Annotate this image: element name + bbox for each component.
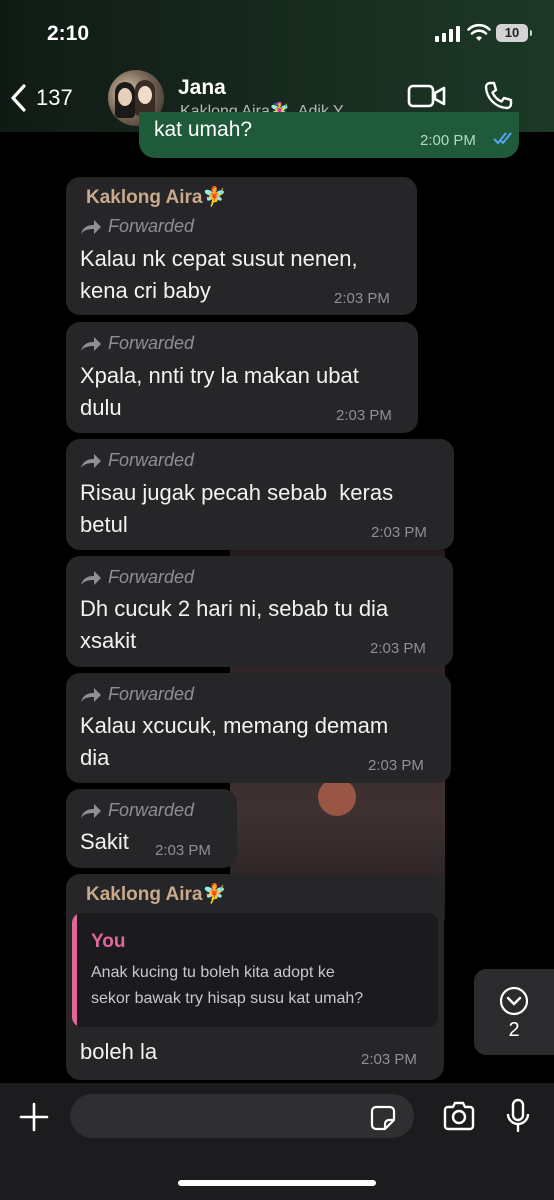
- reply-text: Anak kucing tu boleh kita adopt ke sekor …: [91, 964, 364, 1007]
- reply-accent-bar: [72, 913, 77, 1027]
- message-time: 2:03 PM: [155, 842, 211, 859]
- forward-arrow-icon: [81, 803, 101, 818]
- scroll-to-bottom-button[interactable]: 2: [474, 969, 554, 1055]
- unread-count: 137: [36, 85, 73, 110]
- wifi-icon: [467, 23, 491, 41]
- unread-badge: 2: [508, 1019, 520, 1041]
- message-text: Dh cucuk 2 hari ni, sebab tu dia xsakit: [80, 596, 389, 653]
- message-text: Sakit: [80, 829, 129, 854]
- forwarded-label: Forwarded: [80, 800, 194, 821]
- home-indicator: [178, 1180, 376, 1186]
- sticker-icon[interactable]: [370, 1105, 396, 1131]
- message-time: 2:03 PM: [368, 757, 424, 774]
- chevron-down-circle-icon: [499, 986, 529, 1016]
- microphone-icon[interactable]: [505, 1098, 531, 1134]
- forward-arrow-icon: [81, 687, 101, 702]
- reply-author: You: [91, 931, 126, 952]
- message-input[interactable]: [70, 1094, 414, 1138]
- message-time: 2:03 PM: [371, 524, 427, 541]
- forward-arrow-icon: [81, 570, 101, 585]
- forward-arrow-icon: [81, 219, 101, 234]
- chevron-left-icon: [11, 84, 26, 112]
- phone-call-icon[interactable]: [482, 80, 514, 112]
- forwarded-label: Forwarded: [80, 216, 194, 237]
- forwarded-label: Forwarded: [80, 684, 194, 705]
- message-composer: [0, 1083, 554, 1200]
- plus-icon[interactable]: [18, 1101, 50, 1133]
- message-sender: Kaklong Aira🧚: [86, 187, 227, 208]
- message-text: Risau jugak pecah sebab keras betul: [80, 480, 394, 537]
- forward-arrow-icon: [81, 336, 101, 351]
- forwarded-label: Forwarded: [80, 567, 194, 588]
- back-button[interactable]: 137: [10, 78, 73, 118]
- video-call-icon[interactable]: [407, 82, 447, 110]
- wallpaper-moon: [318, 778, 356, 816]
- signal-icon: [435, 26, 460, 42]
- battery-icon: 10: [496, 24, 532, 42]
- message-sender: Kaklong Aira🧚: [86, 884, 227, 905]
- message-time: 2:03 PM: [361, 1051, 417, 1068]
- message-time: 2:03 PM: [370, 640, 426, 657]
- camera-icon[interactable]: [442, 1101, 476, 1131]
- forward-arrow-icon: [81, 453, 101, 468]
- read-receipt-icon: [493, 132, 512, 145]
- message-text: Kalau xcucuk, memang demam dia: [80, 713, 389, 770]
- status-time: 2:10: [47, 22, 90, 45]
- battery-level: 10: [504, 25, 520, 40]
- chat-title[interactable]: Jana: [178, 76, 226, 100]
- message-time: 2:03 PM: [336, 407, 392, 424]
- message-text: Kalau nk cepat susut nenen, kena cri baby: [80, 246, 358, 303]
- quoted-reply[interactable]: You Anak kucing tu boleh kita adopt ke se…: [72, 913, 438, 1027]
- message-time: 2:03 PM: [334, 290, 390, 307]
- message-text: Xpala, nnti try la makan ubat dulu: [80, 363, 359, 420]
- forwarded-label: Forwarded: [80, 450, 194, 471]
- sent-message-text: kat umah?: [154, 118, 253, 141]
- message-text: boleh la: [80, 1039, 158, 1064]
- sent-message-time: 2:00 PM: [420, 132, 476, 149]
- forwarded-label: Forwarded: [80, 333, 194, 354]
